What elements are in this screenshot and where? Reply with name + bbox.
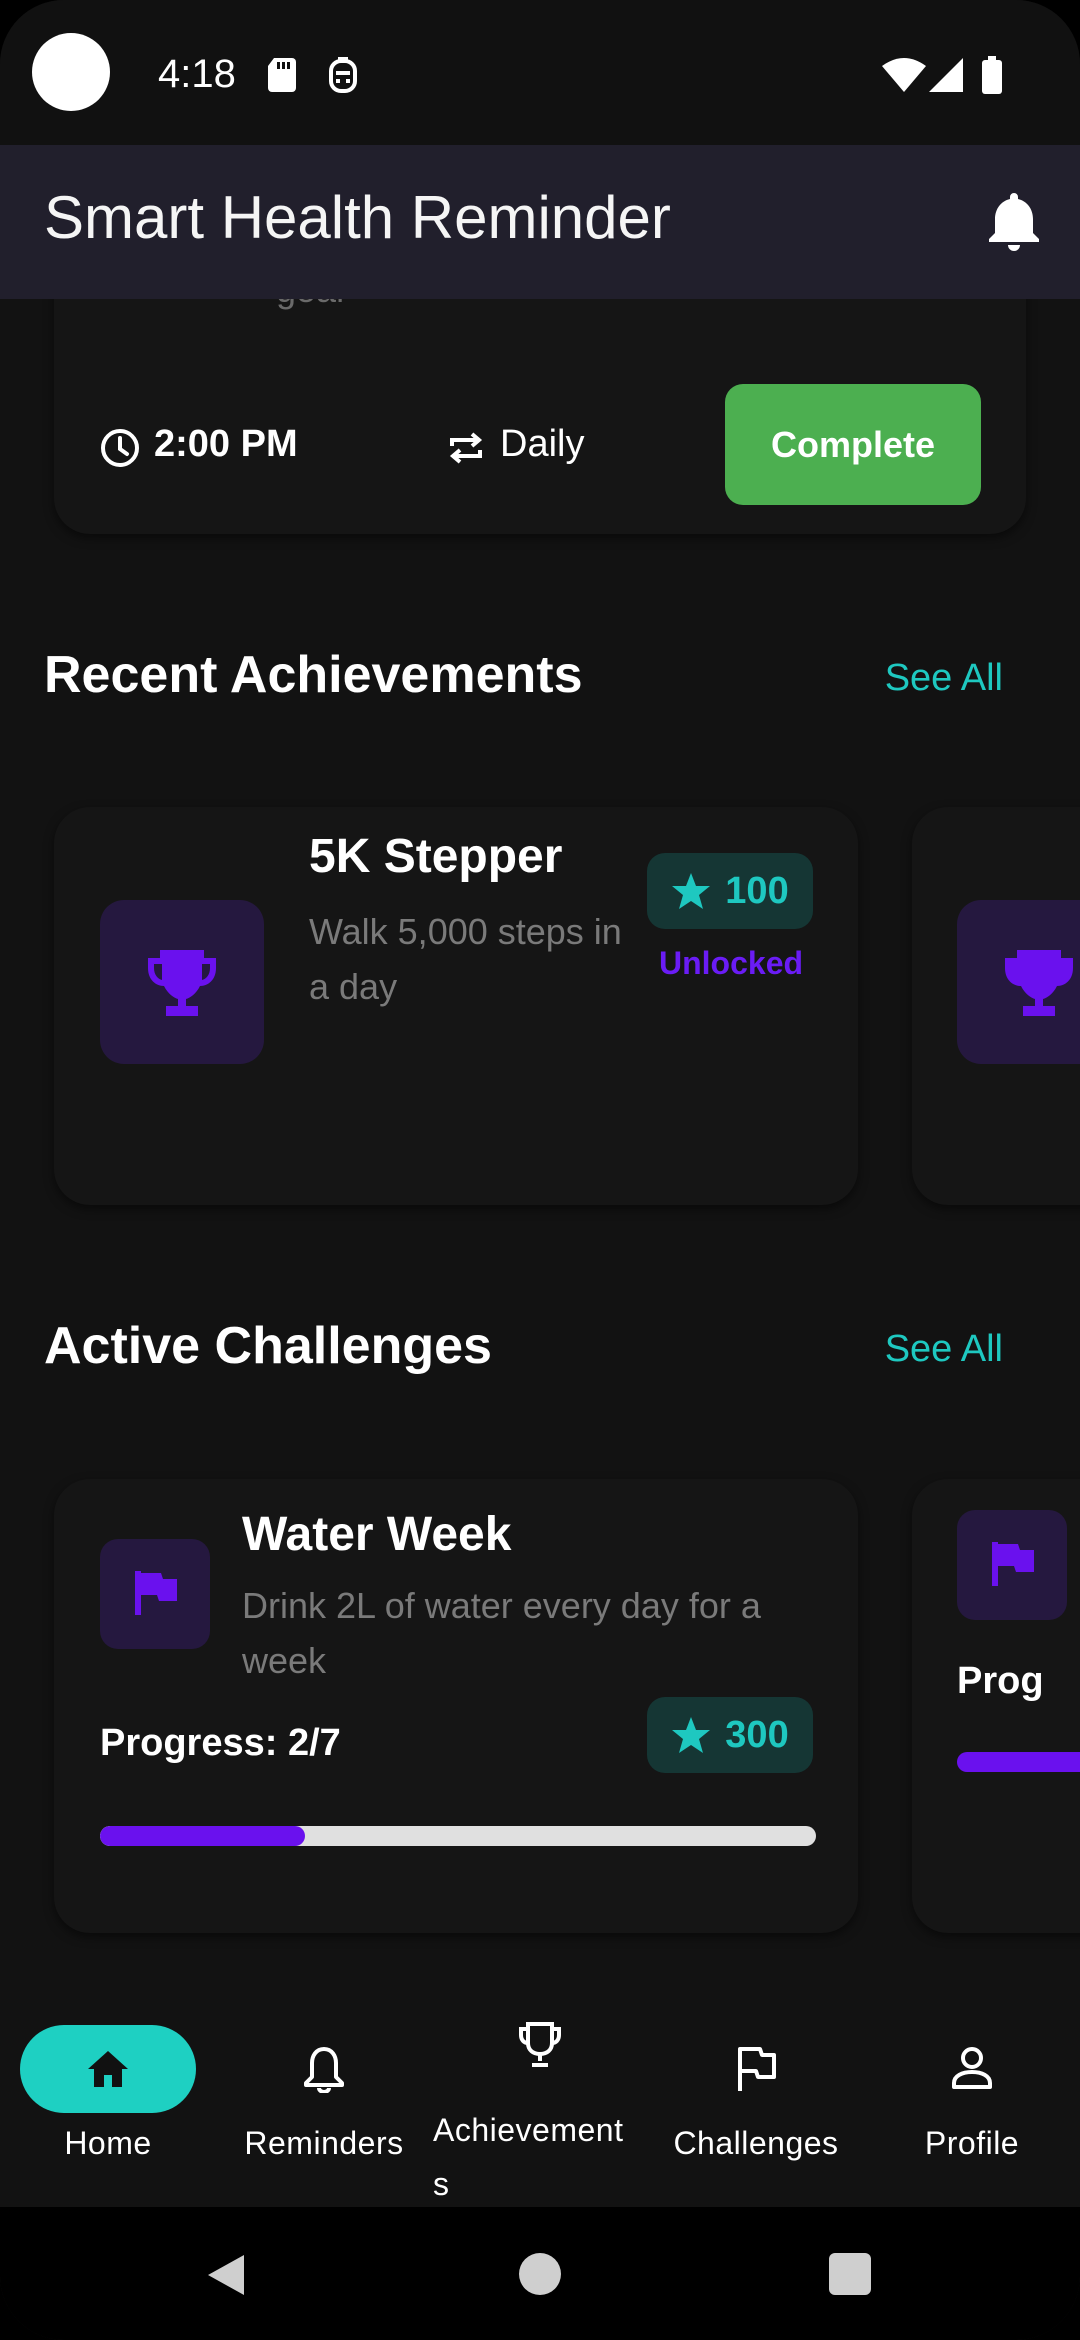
challenge-progress-bar: [100, 1826, 816, 1846]
achievement-status: Unlocked: [659, 945, 804, 981]
bottom-navigation: Home Reminders Achievement s Challenges: [0, 2015, 1080, 2207]
achievement-card-next[interactable]: [912, 807, 1080, 1205]
achievement-icon-box: [100, 900, 264, 1064]
trophy-outline-icon: [519, 2022, 561, 2067]
battery-icon: [982, 56, 1002, 94]
challenge-description: Drink 2L of water every day for a week: [242, 1585, 761, 1681]
achievements-section-title: Recent Achievements: [44, 646, 583, 704]
challenge-card[interactable]: Water Week Drink 2L of water every day f…: [54, 1479, 858, 1933]
system-navigation-bar: [0, 2207, 1080, 2340]
points-value: 100: [725, 869, 789, 912]
clock-icon: [101, 429, 139, 467]
nav-item-reminders[interactable]: Reminders: [216, 2015, 432, 2207]
home-button-icon[interactable]: [519, 2253, 561, 2295]
sd-card-icon: [268, 58, 296, 92]
nav-label-reminders: Reminders: [244, 2125, 404, 2161]
status-bar: 4:18: [0, 0, 1080, 145]
camera-cutout: [32, 33, 110, 111]
nav-item-home[interactable]: Home: [0, 2015, 216, 2207]
points-value: 300: [725, 1713, 789, 1756]
nav-item-profile[interactable]: Profile: [864, 2015, 1080, 2207]
bell-icon[interactable]: [986, 191, 1042, 251]
challenges-section-title: Active Challenges: [44, 1317, 492, 1375]
challenge-icon-box: [100, 1539, 210, 1649]
nav-label-profile: Profile: [924, 2125, 1020, 2161]
repeat-icon: [449, 432, 483, 464]
app-bar: Smart Health Reminder: [0, 145, 1080, 299]
person-icon: [952, 2047, 992, 2089]
nav-item-challenges[interactable]: Challenges: [648, 2015, 864, 2207]
flag-outline-icon: [738, 2047, 776, 2091]
trophy-icon: [1005, 950, 1073, 1016]
achievement-icon-box: [957, 900, 1080, 1064]
main-content[interactable]: goal 2:00 PM Daily Complete Recent Achie…: [0, 299, 1080, 2015]
challenge-progress-label-partial: Prog: [957, 1660, 1044, 1702]
achievement-card[interactable]: 5K Stepper Walk 5,000 steps in a day 100…: [54, 807, 858, 1205]
trophy-icon: [148, 950, 216, 1016]
flag-icon: [992, 1542, 1034, 1586]
bell-outline-icon: [304, 2047, 344, 2093]
reminder-subtitle: goal: [276, 299, 344, 311]
star-icon: [672, 1717, 711, 1753]
challenge-card-next[interactable]: Prog: [912, 1479, 1080, 1933]
achievements-see-all-link[interactable]: See All: [885, 657, 1003, 700]
nav-label-achievements-line2: s: [433, 2166, 450, 2202]
nav-label-challenges: Challenges: [673, 2125, 839, 2161]
back-icon[interactable]: [204, 2253, 246, 2297]
achievement-description: Walk 5,000 steps in a day: [309, 911, 622, 1007]
points-badge: 300: [647, 1697, 813, 1773]
challenge-title: Water Week: [242, 1508, 512, 1561]
complete-button[interactable]: Complete: [725, 384, 981, 505]
signal-icon: [929, 58, 963, 92]
challenge-progress-fill: [100, 1826, 305, 1846]
wifi-icon: [882, 58, 926, 92]
challenge-progress-label: Progress: 2/7: [100, 1722, 341, 1764]
points-badge: 100: [647, 853, 813, 929]
challenges-see-all-link[interactable]: See All: [885, 1328, 1003, 1371]
reminder-frequency: Daily: [500, 423, 585, 465]
recents-icon[interactable]: [829, 2253, 871, 2295]
nav-label-achievements: Achievement s: [433, 2103, 649, 2211]
sim-icon: [329, 57, 357, 93]
home-icon: [88, 2051, 128, 2087]
flag-icon: [135, 1571, 177, 1615]
reminder-card: goal 2:00 PM Daily Complete: [54, 299, 1026, 534]
nav-label-home: Home: [64, 2125, 152, 2161]
challenge-icon-box: [957, 1510, 1067, 1620]
achievement-title: 5K Stepper: [309, 830, 563, 883]
star-icon: [672, 873, 711, 909]
nav-label-achievements-line1: Achievement: [433, 2112, 624, 2148]
status-time: 4:18: [158, 52, 236, 96]
challenge-progress-bar: [957, 1752, 1080, 1772]
app-title: Smart Health Reminder: [44, 184, 671, 251]
reminder-time: 2:00 PM: [154, 423, 298, 465]
phone-screen: 4:18 Smart Health Reminder 2:00 PM Daily…: [0, 0, 1080, 2340]
